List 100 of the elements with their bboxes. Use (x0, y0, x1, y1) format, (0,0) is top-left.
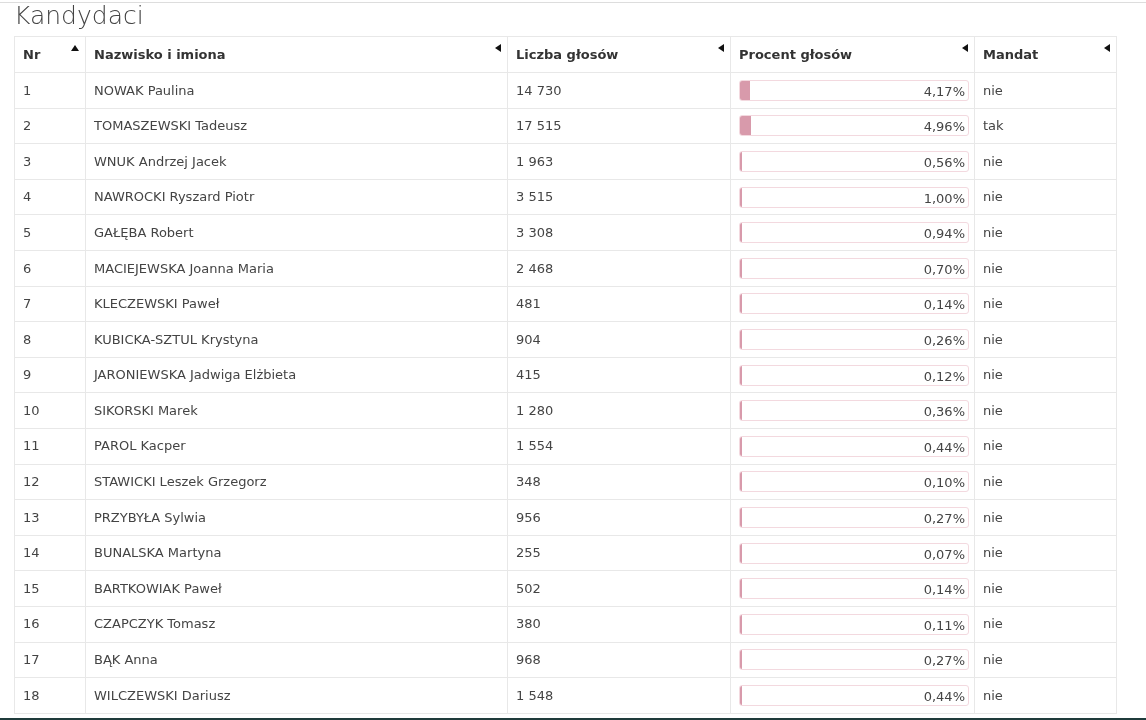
mandate-cell: nie (974, 499, 1117, 536)
candidate-name: MACIEJEWSKA Joanna Maria (85, 250, 508, 287)
vote-count: 17 515 (507, 108, 731, 144)
percent-value: 0,27% (923, 652, 965, 671)
vote-count: 255 (507, 535, 731, 571)
column-header[interactable]: Procent głosów (730, 36, 975, 73)
sort-left-triangle-icon (960, 43, 968, 53)
row-number: 15 (14, 570, 86, 607)
candidate-name: SIKORSKI Marek (85, 392, 508, 429)
row-number: 13 (14, 499, 86, 536)
percent-value: 0,70% (923, 260, 965, 279)
vote-count: 968 (507, 642, 731, 678)
candidate-name: GAŁĘBA Robert (85, 214, 508, 251)
mandate-cell: nie (974, 392, 1117, 429)
percent-value: 4,17% (923, 82, 965, 101)
mandate-cell: nie (974, 535, 1117, 571)
candidate-name: JARONIEWSKA Jadwiga Elżbieta (85, 357, 508, 393)
vote-count: 1 548 (507, 677, 731, 714)
candidate-name: TOMASZEWSKI Tadeusz (85, 108, 508, 144)
mandate-cell: nie (974, 143, 1117, 180)
mandate-cell: nie (974, 72, 1117, 109)
column-header[interactable]: Nazwisko i imiona (85, 36, 508, 73)
candidate-name: BĄK Anna (85, 642, 508, 678)
row-number: 16 (14, 606, 86, 642)
candidate-name: BUNALSKA Martyna (85, 535, 508, 571)
row-number: 14 (14, 535, 86, 571)
percent-value: 0,44% (923, 687, 965, 706)
column-header[interactable]: Liczba głosów (507, 36, 731, 73)
candidate-name: WNUK Andrzej Jacek (85, 143, 508, 180)
vote-count: 348 (507, 464, 731, 500)
mandate-cell: nie (974, 214, 1117, 251)
section-title: Kandydaci (14, 3, 145, 28)
candidate-name: NAWROCKI Ryszard Piotr (85, 179, 508, 215)
candidate-name: STAWICKI Leszek Grzegorz (85, 464, 508, 500)
sort-left-triangle-icon (493, 43, 501, 53)
row-number: 1 (14, 72, 86, 109)
vote-count: 2 468 (507, 250, 731, 287)
row-number: 8 (14, 321, 86, 358)
mandate-cell: nie (974, 179, 1117, 215)
vote-count: 1 280 (507, 392, 731, 429)
sort-left-triangle-icon (1102, 43, 1110, 53)
vote-count: 3 515 (507, 179, 731, 215)
candidate-name: PAROL Kacper (85, 428, 508, 465)
row-number: 7 (14, 286, 86, 322)
percent-value: 0,94% (923, 225, 965, 244)
percent-value: 0,36% (923, 403, 965, 422)
mandate-cell: nie (974, 606, 1117, 642)
vote-count: 3 308 (507, 214, 731, 251)
mandate-cell: nie (974, 464, 1117, 500)
mandate-cell: nie (974, 428, 1117, 465)
vote-count: 14 730 (507, 72, 731, 109)
percent-value: 1,00% (923, 189, 965, 208)
percent-value: 0,11% (923, 616, 965, 635)
row-number: 18 (14, 677, 86, 714)
mandate-cell: nie (974, 250, 1117, 287)
percent-value: 0,12% (923, 367, 965, 386)
row-number: 4 (14, 179, 86, 215)
vote-count: 956 (507, 499, 731, 536)
mandate-cell: nie (974, 286, 1117, 322)
vote-count: 1 554 (507, 428, 731, 465)
column-header[interactable]: Nr (14, 36, 86, 73)
candidate-name: PRZYBYŁA Sylwia (85, 499, 508, 536)
column-header[interactable]: Mandat (974, 36, 1117, 73)
row-number: 12 (14, 464, 86, 500)
sort-up-triangle-icon (71, 43, 79, 53)
row-number: 10 (14, 392, 86, 429)
candidate-name: WILCZEWSKI Dariusz (85, 677, 508, 714)
percent-value: 0,14% (923, 581, 965, 600)
percent-value: 0,27% (923, 509, 965, 528)
mandate-cell: nie (974, 677, 1117, 714)
vote-count: 481 (507, 286, 731, 322)
mandate-cell: nie (974, 642, 1117, 678)
row-number: 17 (14, 642, 86, 678)
row-number: 3 (14, 143, 86, 180)
row-number: 11 (14, 428, 86, 465)
vote-count: 380 (507, 606, 731, 642)
mandate-cell: nie (974, 321, 1117, 358)
candidate-name: BARTKOWIAK Paweł (85, 570, 508, 607)
mandate-cell: nie (974, 570, 1117, 607)
row-number: 6 (14, 250, 86, 287)
percent-value: 0,07% (923, 545, 965, 564)
candidate-name: KUBICKA-SZTUL Krystyna (85, 321, 508, 358)
percent-value: 0,14% (923, 296, 965, 315)
row-number: 5 (14, 214, 86, 251)
row-number: 9 (14, 357, 86, 393)
sort-left-triangle-icon (716, 43, 724, 53)
percent-value: 0,56% (923, 154, 965, 172)
percent-value: 0,10% (923, 474, 965, 493)
candidate-name: KLECZEWSKI Paweł (85, 286, 508, 322)
candidate-name: NOWAK Paulina (85, 72, 508, 109)
mandate-cell: tak (974, 108, 1117, 144)
candidate-name: CZAPCZYK Tomasz (85, 606, 508, 642)
vote-count: 904 (507, 321, 731, 358)
vote-count: 1 963 (507, 143, 731, 180)
mandate-cell: nie (974, 357, 1117, 393)
vote-count: 415 (507, 357, 731, 393)
percent-value: 4,96% (923, 118, 965, 137)
percent-value: 0,44% (923, 438, 965, 457)
percent-value: 0,26% (923, 331, 965, 350)
vote-count: 502 (507, 570, 731, 607)
